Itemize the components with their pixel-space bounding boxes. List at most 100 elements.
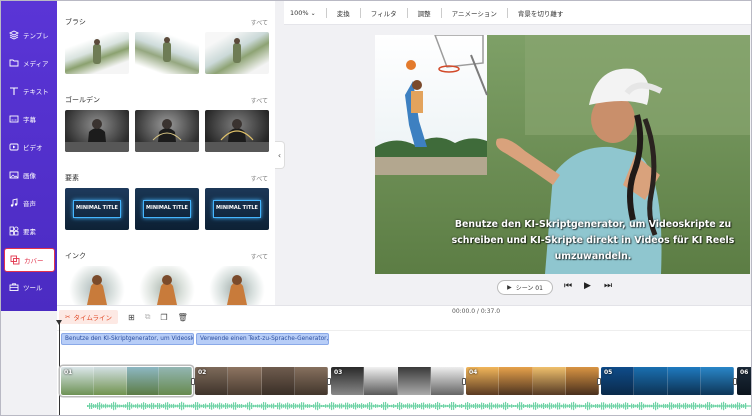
chevron-down-icon: ⌄ (310, 9, 316, 17)
see-all-link[interactable]: すべて (251, 96, 268, 105)
folder-icon (9, 59, 19, 67)
cover-thumbnail[interactable]: MINIMAL TITLE (205, 188, 269, 230)
clip-number: 05 (604, 369, 613, 376)
sidebar-item-cover[interactable]: カバー (4, 248, 55, 272)
sidebar-item-video[interactable]: ビデオ (4, 135, 55, 159)
toolbox-icon (9, 283, 19, 291)
timeline-tools: ✂ タイムライン ⊞ ⧉ ❐ 🗑 (59, 310, 188, 324)
cover-thumbnail[interactable] (65, 110, 129, 152)
cover-icon (10, 255, 20, 265)
cover-thumbnail[interactable]: MINIMAL TITLE (65, 188, 129, 230)
person-silhouette (205, 119, 269, 152)
sidebar-item-tools[interactable]: ツール (4, 275, 55, 299)
sidebar-item-subtitles[interactable]: 字幕 (4, 107, 55, 131)
cover-thumbnail[interactable] (135, 110, 199, 152)
video-icon (9, 143, 19, 151)
split-icon[interactable]: ⧉ (145, 312, 151, 322)
person-silhouette (163, 37, 171, 62)
see-all-link[interactable]: すべて (251, 252, 268, 261)
shapes-icon (9, 226, 19, 236)
sidebar-item-text[interactable]: テキスト (4, 79, 55, 103)
adjust-button[interactable]: 調整 (408, 8, 441, 18)
sidebar-item-elements[interactable]: 要素 (4, 219, 55, 243)
video-clip[interactable]: 02 (195, 367, 328, 395)
video-clip[interactable]: 01 (60, 366, 193, 396)
next-scene-icon[interactable]: ⏭ (604, 281, 612, 291)
section-title-ink: インク (65, 252, 86, 260)
cover-thumbnail[interactable] (135, 266, 199, 305)
sidebar-item-audio[interactable]: 音声 (4, 191, 55, 215)
caption-clip[interactable]: Verwende einen Text-zu-Sprache-Generator… (196, 333, 329, 345)
cover-asset-panel: ブラシ すべて ゴールデン すべて 要素 すべて MINIMAL TITLE M… (57, 1, 275, 305)
person-silhouette (157, 275, 177, 305)
clip-number: 06 (740, 369, 749, 376)
cover-thumbnail[interactable] (135, 32, 199, 74)
video-clip[interactable]: 04 (466, 367, 599, 395)
see-all-link[interactable]: すべて (251, 174, 268, 183)
previous-scene-icon[interactable]: ⏮ (564, 281, 572, 291)
clip-number: 01 (64, 369, 73, 376)
clip-number: 02 (198, 369, 207, 376)
sidebar-item-media[interactable]: メディア (4, 51, 55, 75)
playhead[interactable] (56, 320, 62, 415)
zoom-value: 100% (290, 8, 309, 17)
cover-thumbnail[interactable] (205, 266, 269, 305)
scene-select-button[interactable]: ▶ シーン 01 (497, 280, 553, 295)
sidebar-item-images[interactable]: 画像 (4, 163, 55, 187)
zoom-select[interactable]: 100% ⌄ (284, 9, 326, 17)
collapse-panel-button[interactable]: ‹ (275, 141, 285, 169)
play-icon[interactable]: ▶ (584, 281, 591, 291)
video-preview[interactable]: Benutze den KI-Skriptgenerator, um Video… (375, 35, 750, 274)
sidebar-item-label: ビデオ (23, 144, 43, 152)
cover-thumbnail[interactable] (65, 32, 129, 74)
sidebar-item-label: 音声 (23, 200, 36, 208)
sidebar-item-templates[interactable]: テンプレ (4, 23, 55, 47)
play-small-icon: ▶ (507, 284, 512, 291)
person-silhouette (233, 38, 241, 63)
cover-thumbnail[interactable] (65, 266, 129, 305)
video-clip[interactable]: 05 (601, 367, 734, 395)
cover-thumbnail[interactable] (205, 32, 269, 74)
cover-thumbnail[interactable] (205, 110, 269, 152)
edit-toolbar: 100% ⌄ 変換 フィルタ 調整 アニメーション 背景を切り離す (284, 1, 751, 25)
timeline-panel: ✂ タイムライン ⊞ ⧉ ❐ 🗑 00:00.0 / 0:37.0 Benutz… (56, 305, 752, 415)
add-icon[interactable]: ⊞ (128, 313, 135, 322)
transform-button[interactable]: 変換 (327, 8, 360, 18)
timeline-ruler[interactable] (57, 323, 751, 331)
person-silhouette (135, 119, 199, 152)
section-title-elements: 要素 (65, 174, 79, 182)
sidebar-item-label: テンプレ (23, 32, 49, 40)
animation-button[interactable]: アニメーション (442, 8, 507, 18)
sidebar-item-label: ツール (23, 284, 43, 292)
layers-icon (9, 30, 19, 40)
video-clip[interactable]: 06 (737, 367, 751, 395)
thumbnail-text: MINIMAL TITLE (216, 205, 258, 211)
sidebar-item-label: メディア (23, 60, 49, 68)
preview-subtitle[interactable]: Benutze den KI-Skriptgenerator, um Video… (428, 217, 750, 265)
thumbnail-text: MINIMAL TITLE (76, 205, 118, 211)
person-silhouette (65, 119, 129, 152)
sidebar-nav: テンプレ メディア テキスト 字幕 ビデオ 画像 音声 要素 カバー ツール (1, 1, 57, 311)
thumbnail-text: MINIMAL TITLE (146, 205, 188, 211)
timeline-toggle-button[interactable]: ✂ タイムライン (59, 310, 118, 324)
person-silhouette (87, 275, 107, 305)
caption-clip[interactable]: Benutze den KI-Skriptgenerator, um Video… (61, 333, 194, 345)
section-title-brush: ブラシ (65, 18, 86, 26)
audio-waveform[interactable] (87, 399, 752, 413)
cover-thumbnail[interactable]: MINIMAL TITLE (135, 188, 199, 230)
section-title-golden: ゴールデン (65, 96, 100, 104)
remove-background-button[interactable]: 背景を切り離す (508, 8, 574, 18)
see-all-link[interactable]: すべて (251, 18, 268, 27)
sidebar-item-label: 要素 (23, 228, 36, 236)
duplicate-icon[interactable]: ❐ (160, 313, 167, 322)
delete-icon[interactable]: 🗑 (178, 313, 188, 322)
playback-controls: ▶ シーン 01 ⏮ ▶ ⏭ (284, 275, 751, 301)
image-icon (9, 171, 19, 179)
text-icon (10, 87, 18, 95)
sidebar-item-label: テキスト (23, 88, 49, 96)
music-icon (10, 198, 18, 207)
video-clip[interactable]: 03 (331, 367, 464, 395)
sidebar-item-label: カバー (24, 257, 44, 265)
sidebar-item-label: 字幕 (23, 116, 36, 124)
filter-button[interactable]: フィルタ (361, 8, 407, 18)
